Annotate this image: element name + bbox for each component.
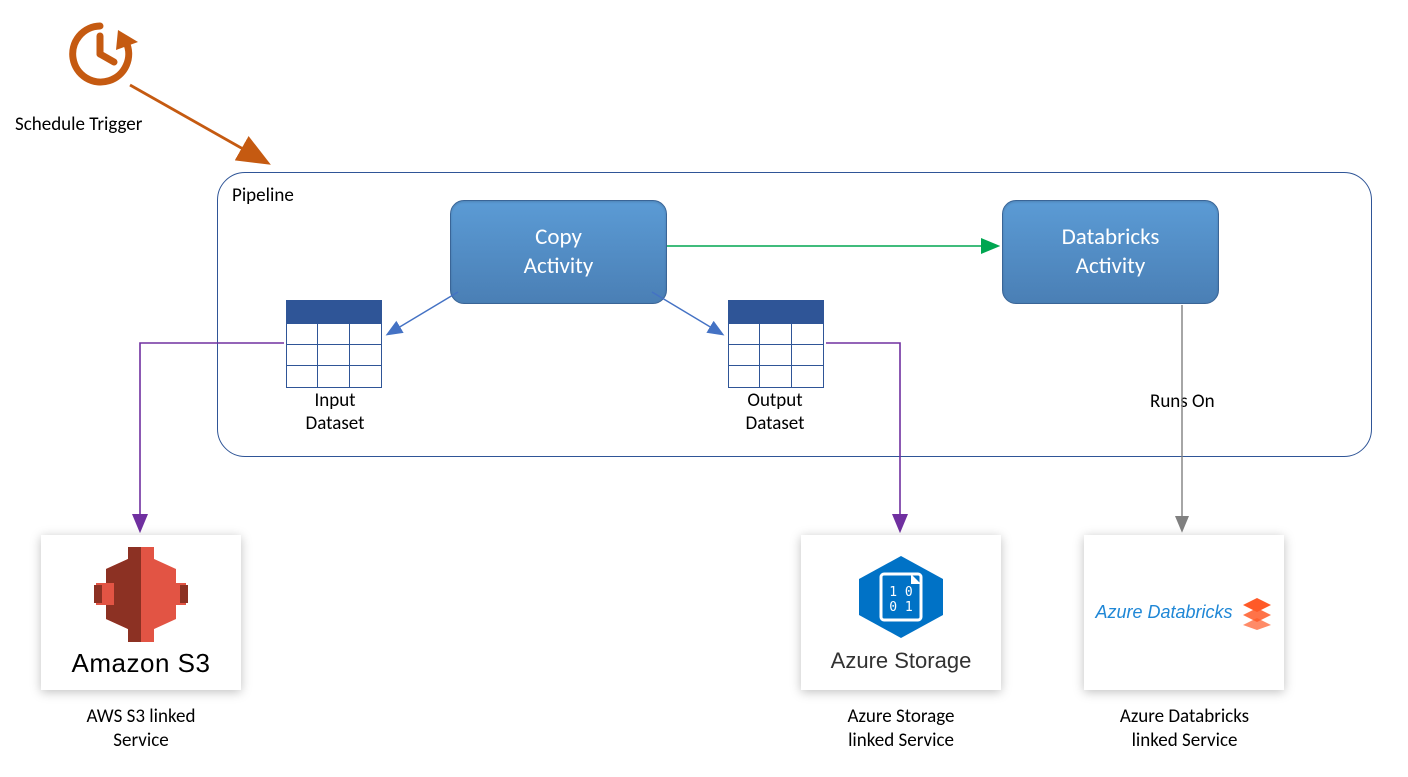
output-dataset-icon — [728, 300, 824, 386]
schedule-trigger-label: Schedule Trigger — [15, 113, 142, 136]
copy-activity-line1: Copy — [535, 223, 582, 251]
azure-databricks-service-card: Azure Databricks — [1084, 535, 1284, 690]
databricks-icon — [1241, 596, 1273, 630]
azure-databricks-caption: Azure Databrickslinked Service — [1087, 705, 1282, 753]
svg-text:0 1: 0 1 — [889, 600, 912, 615]
aws-s3-service-card: Amazon S3 — [41, 535, 241, 690]
svg-text:1 0: 1 0 — [889, 585, 912, 600]
amazon-s3-icon — [86, 547, 196, 642]
copy-activity-line2: Activity — [524, 252, 594, 280]
azure-storage-service-card: 1 0 0 1 Azure Storage — [801, 535, 1001, 690]
databricks-activity: Databricks Activity — [1002, 200, 1219, 304]
amazon-s3-text: Amazon S3 — [72, 648, 211, 679]
azure-storage-caption: Azure Storagelinked Service — [811, 705, 991, 753]
schedule-trigger-icon — [60, 14, 140, 94]
pipeline-label: Pipeline — [232, 184, 294, 207]
input-dataset-label: InputDataset — [295, 390, 375, 436]
output-dataset-label: OutputDataset — [725, 390, 825, 436]
aws-s3-caption: AWS S3 linkedService — [53, 705, 229, 753]
azure-storage-text: Azure Storage — [831, 648, 972, 674]
diagram-canvas: Schedule Trigger Pipeline Copy Activity … — [0, 0, 1408, 777]
copy-activity: Copy Activity — [450, 200, 667, 304]
input-dataset-icon — [286, 300, 382, 386]
databricks-activity-line2: Activity — [1076, 252, 1146, 280]
databricks-activity-line1: Databricks — [1062, 223, 1160, 251]
azure-storage-icon: 1 0 0 1 — [851, 552, 951, 642]
runs-on-label: Runs On — [1150, 390, 1215, 413]
azure-databricks-text: Azure Databricks — [1095, 602, 1232, 623]
